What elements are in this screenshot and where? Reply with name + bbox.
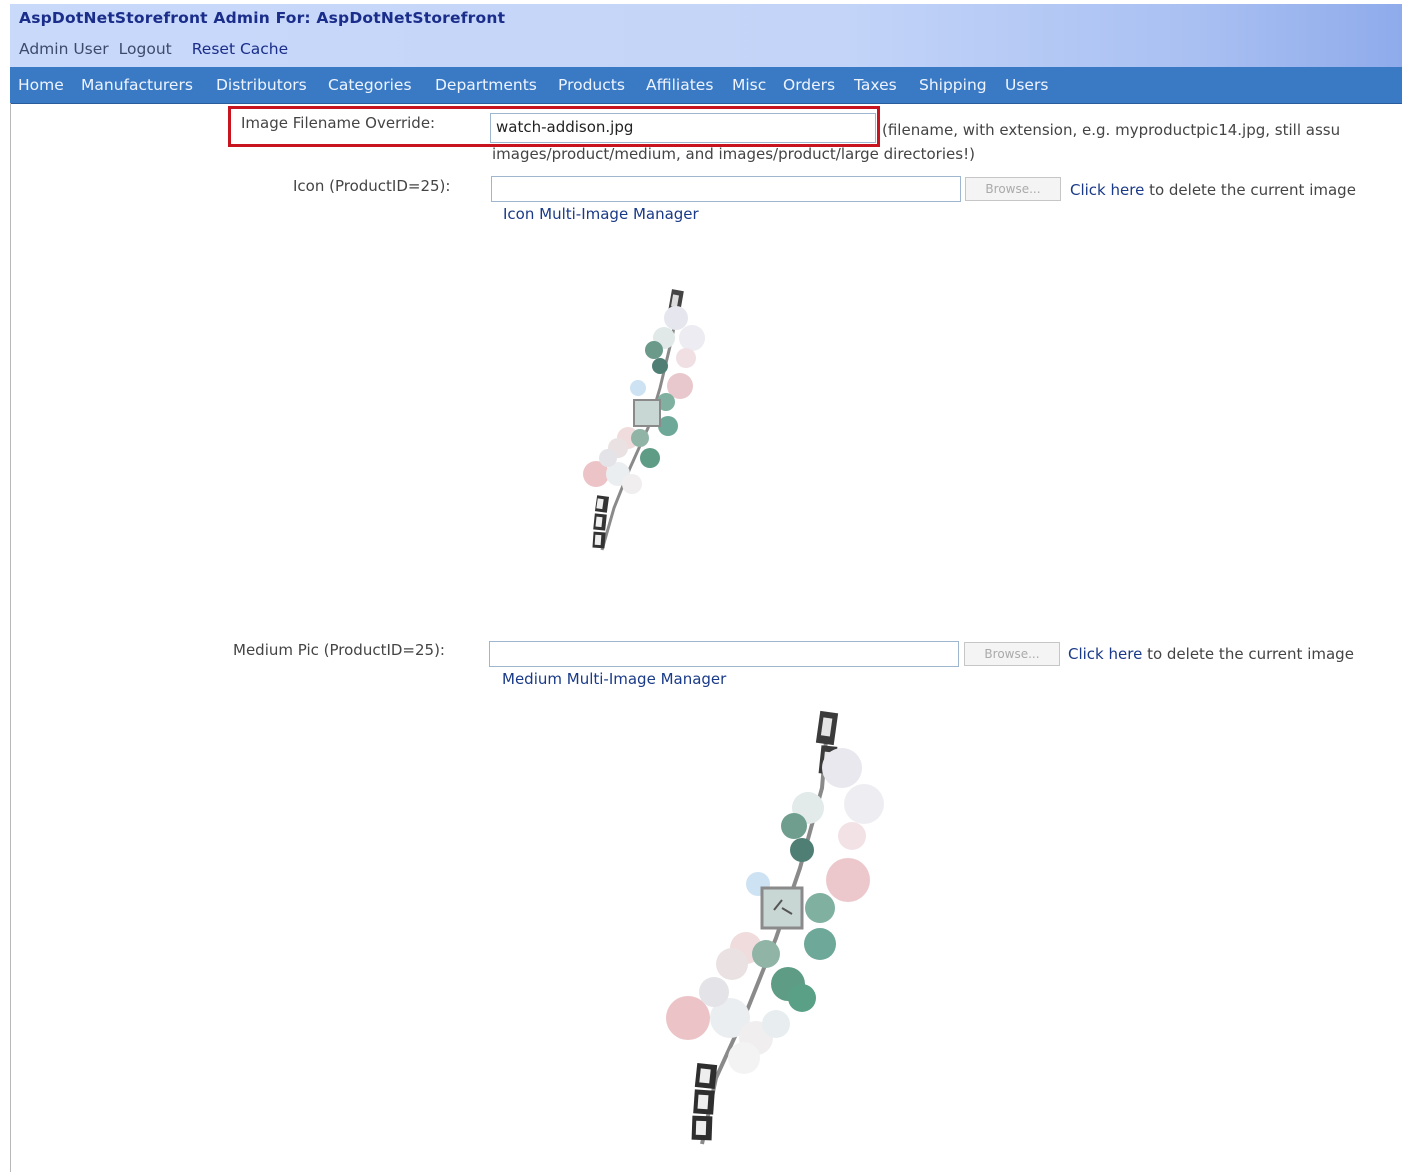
nav-categories[interactable]: Categories [328,76,412,94]
nav-products[interactable]: Products [558,76,625,94]
nav-departments[interactable]: Departments [435,76,537,94]
nav-distributors[interactable]: Distributors [216,76,307,94]
nav-misc[interactable]: Misc [732,76,766,94]
nav-orders[interactable]: Orders [783,76,835,94]
nav-manufacturers[interactable]: Manufacturers [81,76,193,94]
image-override-label: Image Filename Override: [241,114,436,132]
medium-product-image [666,710,884,1145]
image-filename-override-input[interactable]: watch-addison.jpg [490,113,876,143]
icon-file-input[interactable] [491,176,961,202]
admin-user-label: Admin User [19,40,109,58]
icon-product-image [583,289,705,551]
image-override-hint-line2: images/product/medium, and images/produc… [492,145,975,163]
image-override-hint-line1: (filename, with extension, e.g. myproduc… [882,121,1341,139]
admin-title: AspDotNetStorefront Admin For: AspDotNet… [19,9,506,27]
watch-face [633,399,661,427]
logout-link[interactable]: Logout [119,40,172,58]
reset-cache-link[interactable]: Reset Cache [192,40,288,58]
header-links: Admin User Logout Reset Cache [19,40,298,58]
nav-users[interactable]: Users [1005,76,1048,94]
icon-browse-button[interactable]: Browse... [965,177,1061,201]
medium-multi-image-manager-link[interactable]: Medium Multi-Image Manager [502,670,726,688]
nav-shipping[interactable]: Shipping [919,76,987,94]
icon-delete-suffix: to delete the current image [1144,181,1356,199]
medium-browse-button[interactable]: Browse... [964,642,1060,666]
icon-delete-text: Click here to delete the current image [1070,181,1356,199]
image-filename-value: watch-addison.jpg [496,118,634,136]
medium-pic-label: Medium Pic (ProductID=25): [233,641,445,659]
medium-delete-suffix: to delete the current image [1142,645,1354,663]
main-nav: Home Manufacturers Distributors Categori… [10,67,1402,104]
nav-taxes[interactable]: Taxes [854,76,897,94]
medium-delete-text: Click here to delete the current image [1068,645,1354,663]
icon-multi-image-manager-link[interactable]: Icon Multi-Image Manager [503,205,699,223]
admin-header: AspDotNetStorefront Admin For: AspDotNet… [10,4,1402,67]
nav-home[interactable]: Home [18,76,64,94]
icon-click-here-link[interactable]: Click here [1070,181,1144,199]
medium-click-here-link[interactable]: Click here [1068,645,1142,663]
left-border [10,103,11,1172]
medium-pic-file-input[interactable] [489,641,959,667]
nav-affiliates[interactable]: Affiliates [646,76,713,94]
icon-label: Icon (ProductID=25): [293,177,451,195]
